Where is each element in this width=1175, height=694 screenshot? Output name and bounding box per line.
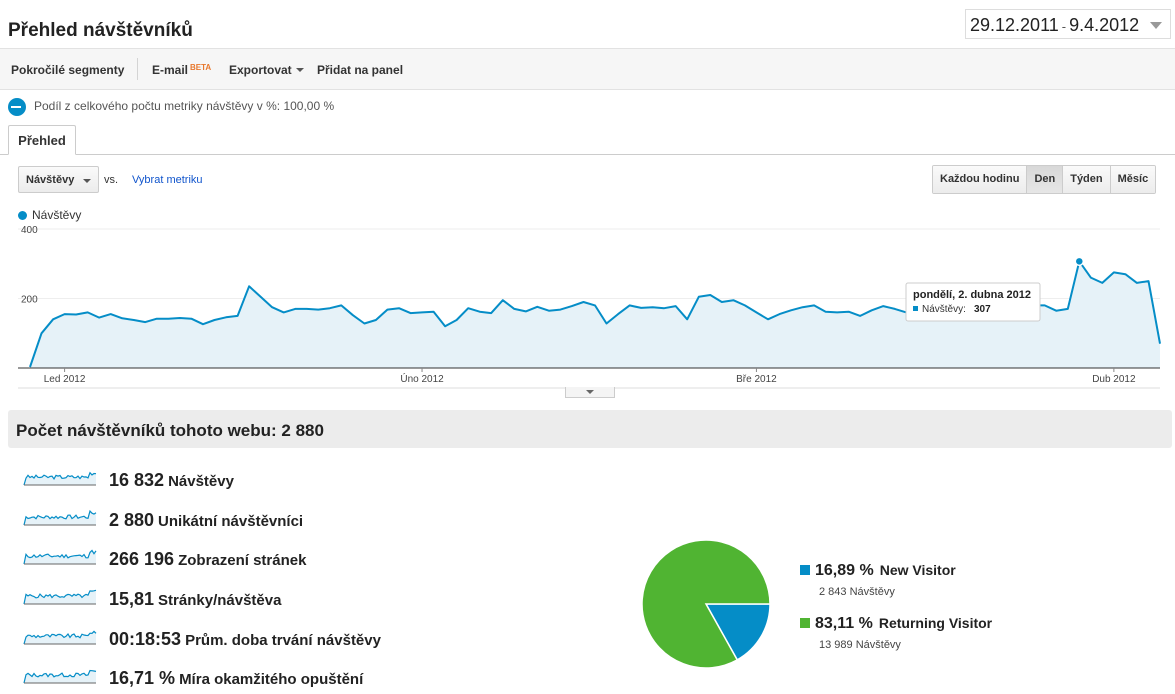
sparkline-chart[interactable] xyxy=(22,664,98,686)
date-end: 9.4.2012 xyxy=(1069,15,1140,35)
beta-badge: BETA xyxy=(190,63,212,72)
x-tick-label: Bře 2012 xyxy=(736,374,777,385)
page-header: Přehled návštěvníků 29.12.2011-9.4.2012 xyxy=(0,0,1175,48)
new-visitor-pct: 16,89 % xyxy=(815,562,874,579)
returning-visitor-count: 13 989 Návštěvy xyxy=(819,639,901,651)
kpi-value: 00:18:53 Prům. doba trvání návštěvy xyxy=(109,629,381,649)
toolbar-divider xyxy=(137,58,138,80)
metric-select[interactable]: Návštěvy xyxy=(18,166,99,193)
kpi-label: Stránky/návštěva xyxy=(158,592,282,609)
kpi-label: Prům. doba trvání návštěvy xyxy=(185,632,381,649)
returning-visitor-label: Returning Visitor xyxy=(878,615,993,631)
y-tick-label: 200 xyxy=(21,295,38,306)
sparkline-chart[interactable] xyxy=(22,545,98,567)
new-visitor-color-swatch xyxy=(800,565,810,575)
highlight-point xyxy=(1074,256,1085,267)
kpi-value: 15,81 Stránky/návštěva xyxy=(109,589,282,609)
page-title: Přehled návštěvníků xyxy=(8,20,193,41)
returning-visitor-color-swatch xyxy=(800,618,810,628)
segment-info: Podíl z celkového počtu metriky návštěvy… xyxy=(8,99,334,113)
y-tick-label: 400 xyxy=(21,225,38,236)
chart-legend[interactable]: Návštěvy xyxy=(18,208,81,222)
legend-label: Návštěvy xyxy=(32,208,82,222)
tooltip-date: pondělí, 2. dubna 2012 xyxy=(913,289,1031,301)
sparkline-area xyxy=(24,472,96,485)
vs-label: vs. xyxy=(104,174,119,186)
date-separator: - xyxy=(1061,19,1067,34)
pie-legend-new-visitor[interactable]: 16,89 % New Visitor 2 843 Návštěvy xyxy=(800,562,956,598)
chevron-down-icon xyxy=(295,68,304,72)
kpi-label: Zobrazení stránek xyxy=(178,552,307,569)
date-start: 29.12.2011 xyxy=(970,15,1059,35)
new-visitor-count: 2 843 Návštěvy xyxy=(819,586,895,598)
x-tick-label: Úno 2012 xyxy=(400,372,444,385)
sparkline-chart[interactable] xyxy=(22,585,98,607)
toolbar: Pokročilé segmenty E-mail BETA Exportovat… xyxy=(0,48,1175,90)
sparkline-chart[interactable] xyxy=(22,506,98,528)
sparkline-chart[interactable] xyxy=(22,625,98,647)
summary-header: Počet návštěvníků tohoto webu: 2 880 xyxy=(8,410,1172,448)
sparkline-area xyxy=(24,670,96,683)
tabs-divider xyxy=(0,154,1175,155)
metric-select-value: Návštěvy xyxy=(26,174,75,186)
segment-text: Podíl z celkového počtu metriky návštěvy… xyxy=(34,99,335,113)
advanced-segments-button[interactable]: Pokročilé segmenty xyxy=(11,63,124,77)
date-range-picker[interactable]: 29.12.2011-9.4.2012 xyxy=(965,9,1171,39)
analytics-page: Přehled návštěvníků 29.12.2011-9.4.2012 … xyxy=(0,0,1175,694)
granularity-month-button[interactable]: Měsíc xyxy=(1109,166,1156,193)
granularity-week-button[interactable]: Týden xyxy=(1062,166,1110,193)
kpi-row: 00:18:53 Prům. doba trvání návštěvy xyxy=(22,625,542,655)
new-visitor-label: New Visitor xyxy=(879,562,956,578)
kpi-row: 15,81 Stránky/návštěva xyxy=(22,585,542,615)
chevron-down-icon xyxy=(83,179,91,183)
email-label: E-mail xyxy=(152,63,189,77)
summary-title: Počet návštěvníků tohoto webu: 2 880 xyxy=(16,421,324,440)
kpi-value: 16 832 Návštěvy xyxy=(109,470,234,490)
kpi-value: 2 880 Unikátní návštěvníci xyxy=(109,510,304,530)
kpi-row: 266 196 Zobrazení stránek xyxy=(22,545,542,575)
kpi-value: 266 196 Zobrazení stránek xyxy=(109,549,307,569)
legend-dot-icon xyxy=(18,211,27,220)
visitor-type-pie-chart[interactable] xyxy=(640,538,772,670)
email-button[interactable]: E-mail BETA xyxy=(152,63,211,77)
add-to-dashboard-button[interactable]: Přidat na panel xyxy=(317,63,403,77)
tooltip-value: 307 xyxy=(974,304,991,315)
granularity-day-button[interactable]: Den xyxy=(1026,166,1063,193)
chart-collapse-handle[interactable] xyxy=(565,387,615,398)
pie-legend-returning-visitor[interactable]: 83,11 % Returning Visitor 13 989 Návštěvy xyxy=(800,615,992,651)
x-tick-label: Dub 2012 xyxy=(1092,374,1136,385)
tooltip-swatch xyxy=(913,306,918,311)
kpi-label: Unikátní návštěvníci xyxy=(158,513,304,530)
kpi-label: Návštěvy xyxy=(168,473,234,490)
kpi-label: Míra okamžitého opuštění xyxy=(179,671,364,688)
granularity-hourly-button[interactable]: Každou hodinu xyxy=(933,166,1027,193)
sparkline-area xyxy=(24,631,96,644)
tab-overview[interactable]: Přehled xyxy=(8,125,76,155)
select-metric-link[interactable]: Vybrat metriku xyxy=(132,174,203,186)
chevron-down-icon[interactable] xyxy=(1150,22,1162,29)
kpi-value: 16,71 % Míra okamžitého opuštění xyxy=(109,668,364,688)
sparkline-chart[interactable] xyxy=(22,466,98,488)
export-label: Exportovat xyxy=(229,63,292,77)
x-tick-label: Led 2012 xyxy=(44,374,86,385)
visits-line-chart[interactable]: 400 200 Led 2012 Úno 2012 Bře 2012 Dub 2012 po… xyxy=(0,222,1175,390)
export-button[interactable]: Exportovat xyxy=(229,63,304,77)
returning-visitor-pct: 83,11 % xyxy=(815,615,873,632)
tooltip-metric: Návštěvy: xyxy=(922,304,966,315)
granularity-toggle: Každou hodinu Den Týden Měsíc xyxy=(932,165,1157,194)
kpi-row: 16 832 Návštěvy xyxy=(22,466,542,496)
kpi-row: 2 880 Unikátní návštěvníci xyxy=(22,506,542,536)
kpi-row: 16,71 % Míra okamžitého opuštění xyxy=(22,664,542,694)
